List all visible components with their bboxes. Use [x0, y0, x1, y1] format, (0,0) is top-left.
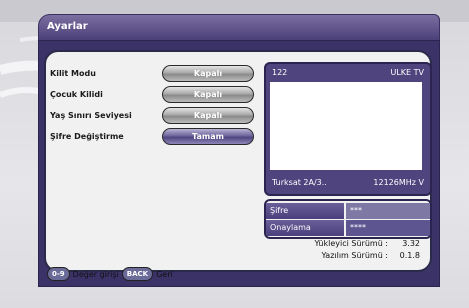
- setting-row-change-password: Şifre Değiştirme Tamam: [50, 127, 254, 145]
- software-version-label: Yazılım Sürümü :: [321, 251, 389, 260]
- window-title: Ayarlar: [47, 21, 88, 32]
- setting-label: Çocuk Kilidi: [50, 89, 103, 99]
- change-password-button[interactable]: Tamam: [162, 127, 254, 145]
- version-info: Yükleyici Sürümü : 3.32 Yazılım Sürümü :…: [270, 238, 420, 262]
- child-lock-button[interactable]: Kapalı: [162, 85, 254, 103]
- setting-label: Şifre Değiştirme: [50, 131, 124, 141]
- age-limit-button[interactable]: Kapalı: [162, 106, 254, 124]
- channel-number: 122: [272, 68, 288, 77]
- preview-screen: [270, 82, 422, 170]
- loader-version-label: Yükleyici Sürümü :: [314, 239, 388, 248]
- channel-preview: 122 ULKE TV Turksat 2A/3.. 12126MHz V: [264, 62, 432, 196]
- setting-row-age-limit: Yaş Sınırı Seviyesi Kapalı: [50, 106, 254, 124]
- setting-label: Yaş Sınırı Seviyesi: [50, 110, 132, 120]
- setting-label: Kilit Modu: [50, 68, 96, 78]
- setting-row-child-lock: Çocuk Kilidi Kapalı: [50, 85, 254, 103]
- back-hint: Geri: [156, 269, 173, 279]
- confirm-input[interactable]: ****: [346, 220, 430, 236]
- password-input[interactable]: ***: [346, 203, 430, 219]
- confirm-label: Onaylama: [266, 220, 344, 236]
- software-version-value: 0.1.8: [399, 251, 420, 260]
- channel-name: ULKE TV: [390, 68, 424, 77]
- satellite-name: Turksat 2A/3..: [272, 178, 327, 187]
- status-bar: 0-9 Değer girişi BACK Geri: [44, 266, 428, 282]
- value-entry-hint: Değer girişi: [72, 269, 119, 279]
- confirm-row: Onaylama ****: [266, 220, 430, 236]
- password-row: Şifre ***: [266, 203, 430, 219]
- loader-version-value: 3.32: [402, 239, 420, 248]
- password-label: Şifre: [266, 203, 344, 219]
- number-keys-icon: 0-9: [47, 267, 70, 281]
- window-title-bar: Ayarlar: [38, 14, 440, 42]
- setting-row-lock-mode: Kilit Modu Kapalı: [50, 64, 254, 82]
- lock-mode-button[interactable]: Kapalı: [162, 64, 254, 82]
- password-box: Şifre *** Onaylama ****: [264, 199, 432, 239]
- back-key-icon: BACK: [121, 267, 154, 281]
- frequency: 12126MHz V: [373, 178, 424, 187]
